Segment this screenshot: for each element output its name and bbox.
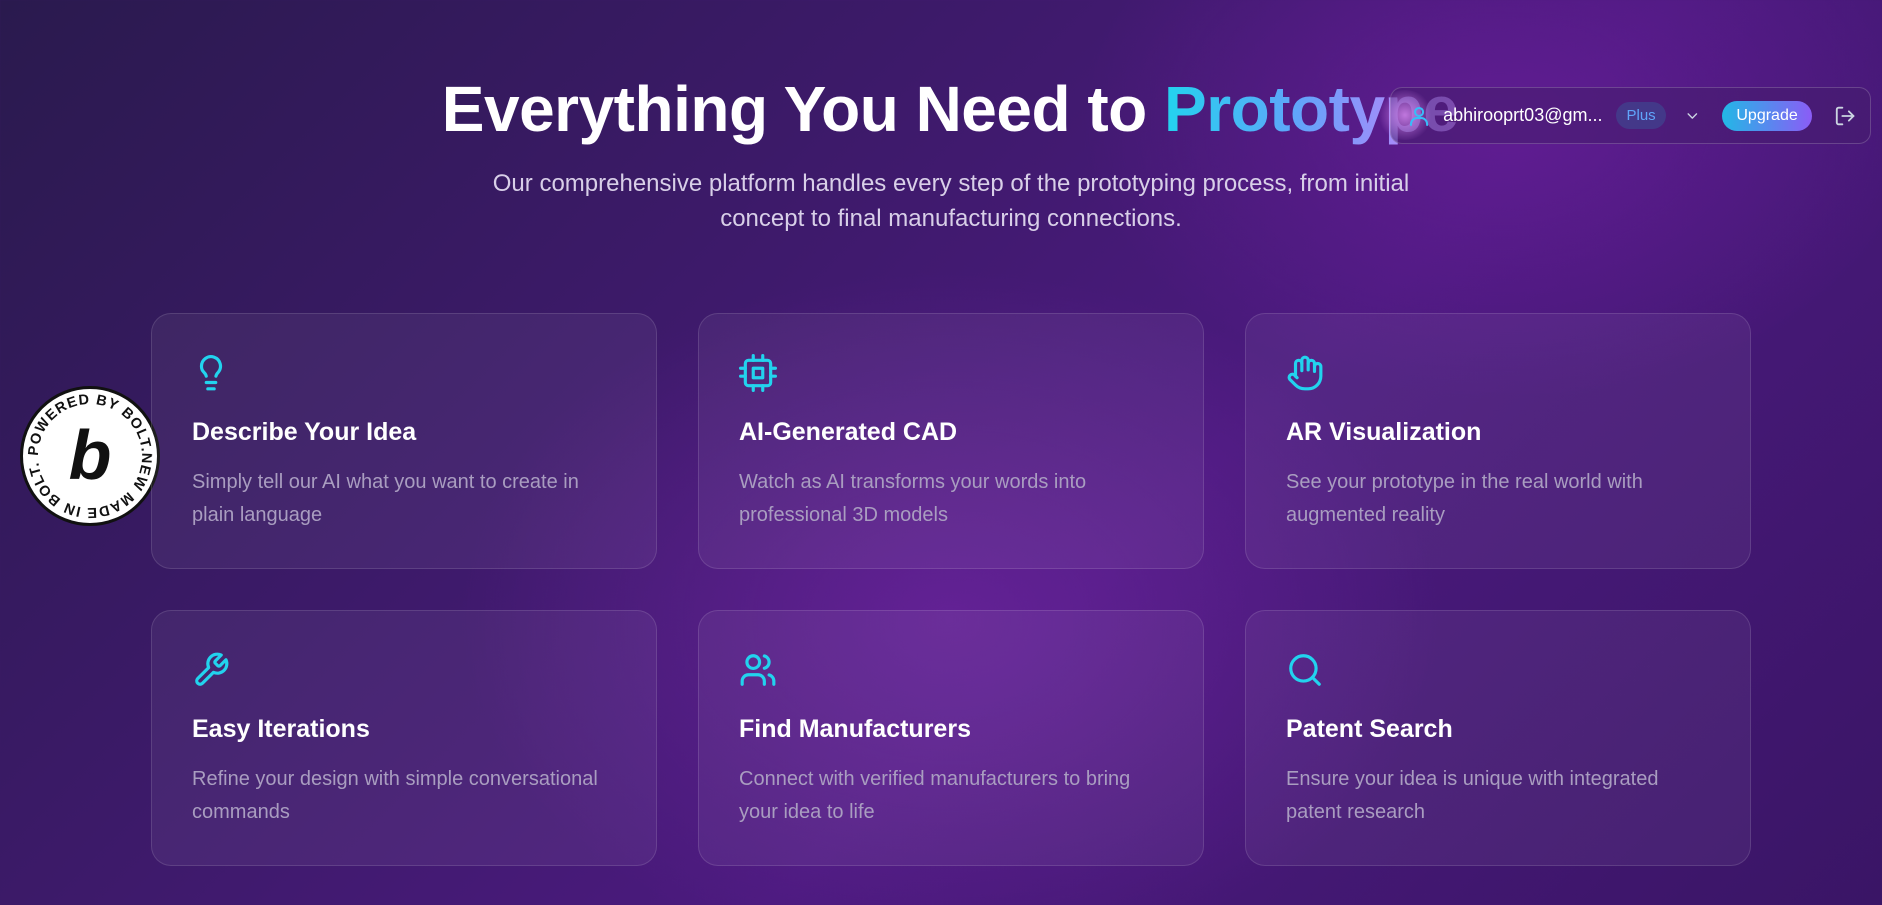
chevron-down-icon[interactable] bbox=[1684, 107, 1701, 125]
feature-title: AI-Generated CAD bbox=[739, 418, 958, 446]
feature-title: Patent Search bbox=[1286, 715, 1453, 743]
feature-description: Ensure your idea is unique with integrat… bbox=[1286, 768, 1659, 823]
feature-card-iterations[interactable]: Easy Iterations Refine your design with … bbox=[151, 610, 657, 866]
feature-card-patent[interactable]: Patent Search Ensure your idea is unique… bbox=[1245, 610, 1751, 866]
feature-card-cad[interactable]: AI-Generated CAD Watch as AI transforms … bbox=[698, 313, 1204, 569]
hero-subtitle: Our comprehensive platform handles every… bbox=[492, 170, 1410, 232]
feature-card-ar[interactable]: AR Visualization See your prototype in t… bbox=[1245, 313, 1751, 569]
feature-title: AR Visualization bbox=[1286, 418, 1482, 446]
feature-description: Connect with verified manufacturers to b… bbox=[739, 768, 1131, 823]
feature-description: See your prototype in the real world wit… bbox=[1286, 471, 1643, 526]
feature-description: Simply tell our AI what you want to crea… bbox=[192, 471, 579, 526]
feature-card-manufacturers[interactable]: Find Manufacturers Connect with verified… bbox=[698, 610, 1204, 866]
bolt-badge[interactable]: POWERED BY BOLT.NEW MADE IN BOLT.NEW b bbox=[16, 377, 160, 526]
lightbulb-icon bbox=[199, 355, 223, 391]
feature-description: Refine your design with simple conversat… bbox=[192, 768, 598, 823]
hand-icon bbox=[1287, 355, 1323, 391]
upgrade-button[interactable]: Upgrade bbox=[1722, 100, 1812, 131]
cpu-icon bbox=[739, 354, 777, 392]
feature-title: Describe Your Idea bbox=[192, 418, 417, 446]
feature-description: Watch as AI transforms your words into p… bbox=[739, 471, 1087, 526]
plan-badge: Plus bbox=[1616, 102, 1666, 129]
feature-title: Easy Iterations bbox=[192, 715, 370, 743]
search-icon bbox=[1289, 654, 1321, 686]
users-icon bbox=[740, 654, 776, 686]
wrench-icon bbox=[195, 652, 229, 686]
bolt-badge-logo: POWERED BY BOLT.NEW MADE IN BOLT.NEW b bbox=[16, 377, 154, 520]
feature-card-describe[interactable]: Describe Your Idea Simply tell our AI wh… bbox=[151, 313, 657, 569]
user-icon bbox=[1410, 106, 1429, 126]
feature-title: Find Manufacturers bbox=[739, 715, 971, 743]
account-email[interactable]: abhirooprt03@gm... bbox=[1443, 105, 1602, 126]
bolt-badge-letter: b bbox=[69, 416, 112, 494]
hero-title-main: Everything You Need to bbox=[441, 73, 1165, 145]
account-bar: abhirooprt03@gm... Plus Upgrade bbox=[1377, 87, 1871, 144]
logout-icon[interactable] bbox=[1834, 104, 1856, 128]
